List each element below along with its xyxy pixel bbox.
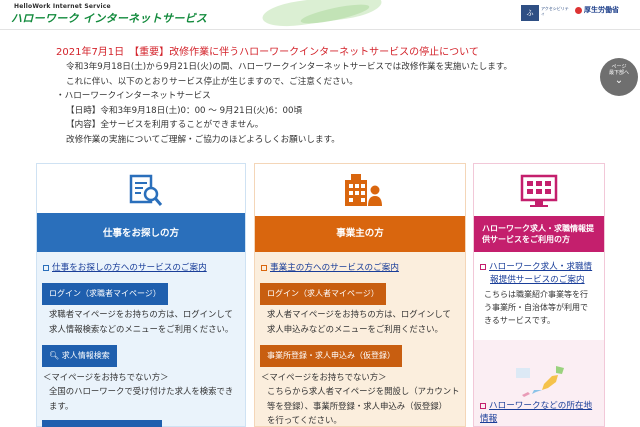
furigana-icon[interactable]: ふ — [521, 5, 539, 21]
description-line: を行ってください。 — [267, 415, 342, 425]
info-provision-link[interactable]: ハローワーク求人・求職情 報提供サービスのご案内 — [480, 261, 592, 287]
employer-registration-button[interactable]: 事業所登録・求人申込み（仮登録） — [260, 345, 402, 367]
description-line: きるサービスです。 — [484, 316, 556, 325]
job-search-button-label: 求人情報検索 — [61, 351, 110, 360]
document-search-icon — [129, 174, 163, 206]
employer-services-link-label: 事業主の方へのサービスのご案内 — [270, 263, 399, 273]
info-provision-link-line: 報提供サービスのご案内 — [490, 275, 585, 285]
scroll-to-bottom-button[interactable]: ページ 最下部へ ⌄ — [600, 58, 638, 96]
heading-line: ハローワーク求人・求職情報提 — [482, 224, 594, 233]
location-info-link[interactable]: ハローワークなどの所在地 情報 — [480, 400, 592, 426]
employer-heading[interactable]: 事業主の方 — [255, 216, 465, 252]
job-seeker-card-top[interactable] — [37, 164, 245, 216]
info-provision-card-top[interactable] — [474, 164, 604, 216]
monitor-grid-icon — [520, 174, 558, 207]
site-logo[interactable]: ハローワーク インターネットサービス — [11, 10, 207, 26]
chevron-down-icon: ⌄ — [614, 75, 624, 86]
job-seeker-services-link[interactable]: 仕事をお探しの方へのサービスのご案内 — [43, 261, 207, 273]
description-line: 等を登録）、事業所登録・求人申込み（仮登録） — [267, 400, 448, 411]
square-bullet-icon — [480, 263, 486, 270]
description-line: う事業所・自治体等が利用で — [484, 303, 588, 312]
location-info-link-line: ハローワークなどの所在地 — [489, 401, 593, 411]
notice-line: これに伴い、以下のとおりサービス停止が生じますので、ご注意ください。 — [66, 76, 358, 87]
job-seeker-login-description: 求職者マイページをお持ちの方は、ログインして 求人情報検索などのメニューをご利用… — [49, 307, 233, 336]
description-line: 全国のハローワークで受け付けた求人を検索でき — [49, 386, 234, 396]
no-mypage-label: ＜マイページをお持ちでない方＞ — [261, 372, 387, 382]
job-seeker-heading[interactable]: 仕事をお探しの方 — [37, 216, 245, 252]
ministry-logo[interactable]: 厚生労働省 — [575, 5, 631, 21]
info-provision-description: こちらは職業紹介事業等を行 う事業所・自治体等が利用で きるサービスです。 — [484, 288, 588, 327]
scroll-label-1: ページ — [611, 64, 627, 70]
search-icon: 🔍︎ — [49, 351, 62, 360]
notice-line: 令和3年9月18日(土)から9月21日(火)の間、ハローワークインターネットサー… — [66, 62, 513, 72]
description-line: ます。 — [49, 400, 74, 411]
job-seeker-login-button[interactable]: ログイン（求職者マイページ） — [42, 283, 168, 305]
ministry-mark-icon — [575, 6, 582, 14]
employer-services-link[interactable]: 事業主の方へのサービスのご案内 — [261, 261, 399, 273]
no-mypage-label: ＜マイページをお持ちでない方＞ — [43, 372, 169, 382]
employer-card-top[interactable] — [255, 164, 465, 216]
description-line: 求人者マイページをお持ちの方は、ログインして — [267, 309, 451, 319]
description-line: こちらは職業紹介事業等を行 — [484, 290, 588, 299]
job-search-description: 全国のハローワークで受け付けた求人を検索でき ます。 — [49, 384, 233, 413]
square-bullet-icon — [480, 402, 486, 409]
job-search-button[interactable]: 🔍︎ 求人情報検索 — [42, 345, 117, 367]
notice-line: 【日時】令和3年9月18日(土)0：00 ～ 9月21日(火)6：00頃 — [66, 105, 303, 116]
description-line: こちらから求人者マイページを開設し（アカウント — [267, 386, 460, 396]
site-header: HelloWork Internet Service ハローワーク インターネッ… — [0, 0, 640, 31]
employer-login-button[interactable]: ログイン（求人者マイページ） — [260, 283, 386, 305]
square-bullet-icon — [261, 264, 267, 271]
heading-line: 供サービスをご利用の方 — [482, 235, 570, 244]
ministry-name: 厚生労働省 — [584, 6, 619, 14]
description-line: 求人申込みなどのメニューをご利用ください。 — [267, 323, 443, 334]
notice-title: 2021年7月1日 【重要】改修作業に伴うハローワークインターネットサービスの停… — [56, 47, 479, 58]
info-provision-link-line: ハローワーク求人・求職情 — [489, 262, 593, 272]
important-notice: 2021年7月1日 【重要】改修作業に伴うハローワークインターネットサービスの停… — [56, 46, 576, 147]
job-seeker-section: 仕事をお探しの方 仕事をお探しの方へのサービスのご案内 ログイン（求職者マイペー… — [36, 163, 246, 427]
logo-subtitle[interactable]: HelloWork Internet Service — [14, 3, 111, 10]
description-line: 求人情報検索などのメニューをご利用ください。 — [49, 323, 234, 334]
info-provision-section: ハローワーク求人・求職情報提 供サービスをご利用の方 ハローワーク求人・求職情 … — [473, 163, 605, 427]
japan-map-image[interactable] — [512, 364, 572, 402]
next-button[interactable] — [42, 420, 162, 427]
accessibility-link[interactable]: アクセシビリティ — [541, 6, 569, 20]
square-bullet-icon — [43, 264, 49, 271]
employer-section: 事業主の方 事業主の方へのサービスのご案内 ログイン（求人者マイページ） 求人者… — [254, 163, 466, 427]
description-line: 求職者マイページをお持ちの方は、ログインして — [49, 309, 233, 319]
building-person-icon — [345, 174, 382, 206]
notice-line: ・ハローワークインターネットサービス — [56, 91, 211, 101]
employer-login-description: 求人者マイページをお持ちの方は、ログインして 求人申込みなどのメニューをご利用く… — [267, 307, 451, 336]
info-provision-heading[interactable]: ハローワーク求人・求職情報提 供サービスをご利用の方 — [474, 216, 604, 252]
job-seeker-services-link-label: 仕事をお探しの方へのサービスのご案内 — [52, 263, 207, 273]
notice-line: 改修作業の実施についてご理解・ご協力のほどよろしくお願いします。 — [66, 134, 340, 145]
employer-registration-description: こちらから求人者マイページを開設し（アカウント 等を登録）、事業所登録・求人申込… — [267, 384, 459, 427]
location-info-link-line: 情報 — [480, 414, 498, 424]
notice-line: 【内容】全サービスを利用することができません。 — [66, 120, 264, 130]
